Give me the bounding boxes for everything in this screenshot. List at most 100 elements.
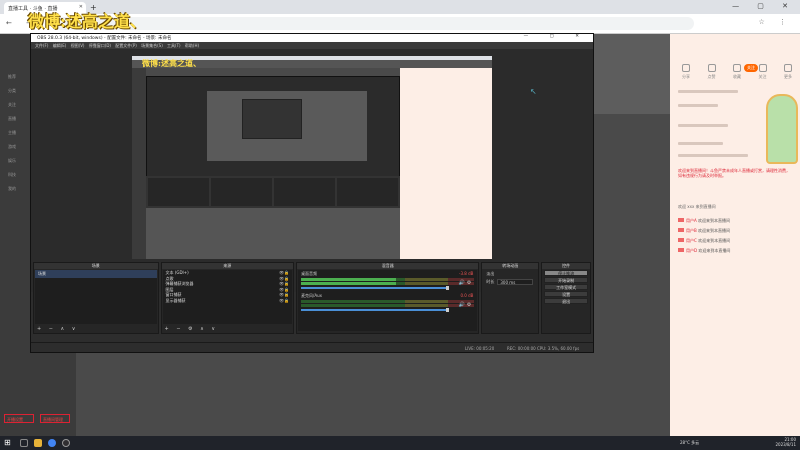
mixer-channel-name: 麦克风/Aux: [301, 293, 323, 298]
eye-icon[interactable]: 👁🔒: [279, 298, 289, 304]
more-icon[interactable]: 更多: [780, 64, 796, 80]
scene-item[interactable]: 场景: [35, 270, 157, 278]
audio-meter: [301, 282, 475, 285]
menu-tools[interactable]: 工具(T): [167, 43, 181, 48]
canvas-overlay-title: 微博:述高之道、: [142, 58, 201, 68]
volume-slider[interactable]: [301, 308, 449, 312]
transition-select[interactable]: 淡出: [486, 271, 494, 276]
share-icon[interactable]: 分享: [678, 64, 694, 80]
chat-action-icons: 分享 点赞 收藏 关注 更多: [678, 64, 796, 80]
scenes-dock-title: 场景: [34, 263, 158, 269]
preview-canvas[interactable]: 微博:述高之道、: [132, 56, 492, 259]
chat-message-row: 用户A 欢迎来到本直播间: [678, 218, 730, 224]
menu-file[interactable]: 文件(F): [35, 43, 48, 48]
obs-icon[interactable]: [62, 439, 70, 447]
studio-mode-button[interactable]: 工作室模式: [544, 284, 589, 290]
audio-meter: [301, 300, 475, 303]
transition-select-row: 淡出: [483, 270, 537, 278]
obs-status-bar: LIVE: 00:05:20 REC: 00:00:00 CPU: 3.5%, …: [31, 342, 593, 352]
windows-start-icon[interactable]: ⊞: [4, 439, 12, 447]
mixer-dock-title: 混音器: [297, 263, 479, 269]
transitions-body: 淡出 时长 300 ms: [483, 270, 538, 331]
speaker-icon[interactable]: 🔊⚙: [459, 302, 474, 308]
speaker-icon[interactable]: 🔊⚙: [459, 280, 474, 286]
mascot-image: [766, 94, 798, 164]
chat-panel: 分享 点赞 收藏 关注 更多 关注 欢迎来到直播间！斗鱼严禁未成年人直播或打赏，…: [670, 34, 800, 436]
chat-placeholder-line: [678, 90, 738, 93]
browser-toolbar-icons[interactable]: ☆ ⋮: [758, 18, 792, 26]
chat-placeholder-line: [678, 142, 723, 145]
mixer-body: 桌面音频 -3.8 dB 🔊⚙ 麦克风/Aux 0.0 dB 🔊⚙: [298, 270, 478, 331]
mixer-channel-name: 桌面音频: [301, 271, 318, 276]
canvas-nested-preview-2: [242, 99, 302, 139]
sources-dock: 来源 文本 (GDI+) 👁🔒 点歌 👁🔒 弹幕捕获浏览器 👁🔒 图层 👁🔒 窗口捕获 👁…: [160, 262, 295, 334]
taskbar-date: 2023/8/11: [775, 442, 796, 447]
menu-help[interactable]: 帮助(H): [185, 43, 199, 48]
mixer-dock: 混音器 桌面音频 -3.8 dB 🔊⚙ 麦克风/Aux 0.0 dB 🔊⚙: [296, 262, 480, 334]
volume-slider[interactable]: [301, 286, 449, 290]
chat-message-row: 用户C 欢迎来到本直播间: [678, 238, 730, 244]
room-manage-button[interactable]: 直播间管理: [40, 414, 70, 423]
source-item[interactable]: 显示器捕获 👁🔒: [163, 298, 293, 304]
menu-edit[interactable]: 编辑(E): [53, 43, 67, 48]
obs-docks: 场景 场景 + − ∧ ∨ 来源 文本 (GDI+) 👁🔒 点歌 👁🔒 弹幕捕获浏览…: [31, 262, 593, 334]
canvas-left-nav: [132, 68, 146, 259]
address-input[interactable]: [54, 17, 694, 30]
menu-profile[interactable]: 配置文件(P): [115, 43, 137, 48]
menu-docks[interactable]: 停靠窗口(D): [89, 43, 111, 48]
sources-list[interactable]: 文本 (GDI+) 👁🔒 点歌 👁🔒 弹幕捕获浏览器 👁🔒 图层 👁🔒 窗口捕获 👁🔒 显…: [162, 270, 293, 324]
follow-button[interactable]: 关注: [744, 64, 758, 72]
exit-button[interactable]: 退出: [544, 298, 589, 304]
audio-meter: [301, 304, 475, 307]
stream-overlay-title: 微博:述高之道、: [28, 12, 146, 31]
sources-footer-buttons[interactable]: + − ⚙ ∧ ∨: [165, 326, 219, 332]
mixer-channel-db: -3.8 dB: [459, 271, 474, 276]
chat-system-message: 欢迎来到直播间！斗鱼严禁未成年人直播或打赏，请理性消费，如有违规行为请及时举报。: [678, 168, 790, 178]
scenes-footer-buttons[interactable]: + − ∧ ∨: [37, 326, 78, 332]
stream-settings-button[interactable]: 开播设置: [4, 414, 34, 423]
canvas-docks: [146, 176, 400, 208]
chat-message-row: 用户B 欢迎来到本直播间: [678, 228, 730, 234]
taskbar-weather[interactable]: 28°C 多云: [680, 440, 699, 446]
transitions-dock: 转场动画 淡出 时长 300 ms: [481, 262, 540, 334]
status-live: LIVE: 00:05:20: [465, 346, 495, 351]
file-explorer-icon[interactable]: [34, 439, 42, 447]
start-recording-button[interactable]: 开始录制: [544, 277, 589, 283]
obs-preview[interactable]: 微博:述高之道、: [31, 49, 593, 292]
transitions-dock-title: 转场动画: [482, 263, 539, 269]
chat-message-row: 用户D 欢迎来到本直播间: [678, 248, 730, 254]
chat-placeholder-line: [678, 154, 748, 157]
chat-placeholder-line: [678, 124, 728, 127]
fan-badge-icon: [678, 248, 684, 252]
favorite-icon[interactable]: 收藏: [729, 64, 745, 80]
menu-view[interactable]: 视图(V): [71, 43, 85, 48]
obs-menu-bar: 文件(F) 编辑(E) 视图(V) 停靠窗口(D) 配置文件(P) 场景集合(S…: [31, 42, 593, 49]
taskbar: ⊞ 28°C 多云 21:00 2023/8/11: [0, 436, 800, 450]
chat-system-message: 欢迎 xxx 来到直播间: [678, 204, 716, 209]
fan-badge-icon: [678, 228, 684, 232]
status-rec: REC: 00:00:00: [507, 346, 536, 351]
search-icon[interactable]: [20, 439, 28, 447]
chat-placeholder-line: [678, 104, 718, 107]
status-cpu: CPU: 3.5%, 60.00 fps: [537, 346, 580, 351]
mixer-channel-db: 0.0 dB: [460, 293, 474, 298]
taskbar-clock[interactable]: 21:00 2023/8/11: [775, 437, 796, 447]
canvas-chat-panel: [400, 68, 492, 259]
duration-label: 时长: [486, 279, 495, 284]
fan-badge-icon: [678, 238, 684, 242]
scenes-list[interactable]: 场景: [35, 270, 157, 324]
obs-window-controls[interactable]: — ▢ ✕: [524, 34, 589, 39]
chrome-icon[interactable]: [48, 439, 56, 447]
menu-scene-collection[interactable]: 场景集合(S): [141, 43, 163, 48]
fan-badge-icon: [678, 218, 684, 222]
stop-streaming-button[interactable]: 停止推流: [544, 270, 589, 276]
mouse-cursor-icon: ↖: [530, 87, 537, 96]
mixer-channel-mic: 麦克风/Aux 0.0 dB 🔊⚙: [298, 292, 477, 314]
transition-duration-row: 时长 300 ms: [483, 278, 537, 286]
duration-input[interactable]: 300 ms: [497, 279, 534, 285]
browser-window-controls[interactable]: — ▢ ✕: [732, 2, 796, 10]
like-icon[interactable]: 点赞: [704, 64, 720, 80]
obs-title: OBS 28.0.3 (64-bit, windows) - 配置文件: 未命名…: [37, 36, 172, 41]
settings-button[interactable]: 设置: [544, 291, 589, 297]
obs-window: OBS 28.0.3 (64-bit, windows) - 配置文件: 未命名…: [30, 33, 594, 353]
